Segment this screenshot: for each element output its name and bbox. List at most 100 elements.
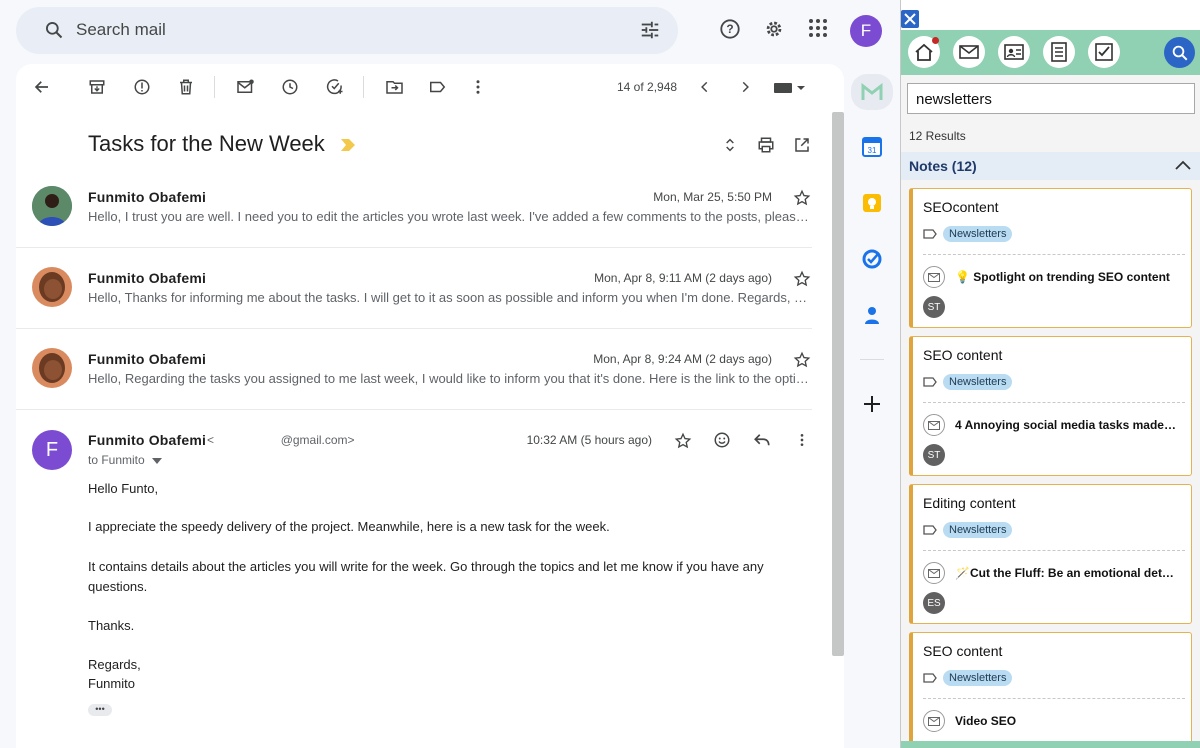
note-divider: [923, 254, 1185, 255]
archive-icon[interactable]: [88, 78, 106, 96]
envelope-icon: [923, 562, 945, 584]
note-card[interactable]: SEO content Newsletters 4 Annoying socia…: [909, 336, 1192, 476]
note-card[interactable]: SEO content Newsletters Video SEO: [909, 632, 1192, 748]
star-icon[interactable]: [793, 351, 811, 369]
scrollbar[interactable]: [832, 112, 844, 656]
note-tag[interactable]: Newsletters: [923, 226, 1013, 242]
sender-avatar[interactable]: [32, 348, 72, 388]
sender-avatar[interactable]: F: [32, 430, 72, 470]
tag-label: Newsletters: [943, 670, 1013, 686]
apps-grid-icon[interactable]: [808, 18, 828, 38]
contact-card-icon[interactable]: [998, 36, 1030, 68]
note-divider: [923, 698, 1185, 699]
message-sender[interactable]: Funmito Obafemi: [88, 270, 206, 286]
results-count: 12 Results: [909, 129, 966, 143]
message-snippet[interactable]: Hello, Regarding the tasks you assigned …: [88, 371, 810, 386]
tag-icon: [923, 229, 937, 239]
reply-icon[interactable]: [753, 432, 771, 448]
note-tag[interactable]: Newsletters: [923, 374, 1013, 390]
mail-icon[interactable]: [953, 36, 985, 68]
emoji-react-icon[interactable]: [713, 431, 731, 449]
message-sender[interactable]: Funmito Obafemi: [88, 351, 206, 367]
add-addon-icon[interactable]: [863, 395, 881, 413]
more-vert-icon[interactable]: [470, 78, 486, 96]
keyboard-icon[interactable]: [773, 82, 809, 94]
home-icon[interactable]: [908, 36, 940, 68]
note-title: Editing content: [923, 495, 1016, 511]
account-avatar[interactable]: F: [850, 15, 882, 47]
author-initials: ST: [923, 296, 945, 318]
notes-section-title: Notes (12): [909, 158, 977, 174]
report-spam-icon[interactable]: [133, 78, 151, 96]
row-divider: [16, 328, 812, 329]
search-bar[interactable]: Search mail: [16, 7, 678, 54]
message-snippet[interactable]: Hello, Thanks for informing me about the…: [88, 290, 810, 305]
add-task-icon[interactable]: [325, 78, 345, 96]
notes-section-header[interactable]: Notes (12): [901, 152, 1200, 180]
linked-email[interactable]: 💡 Spotlight on trending SEO content: [923, 266, 1183, 288]
document-icon[interactable]: [1043, 36, 1075, 68]
thread-subject: Tasks for the New Week: [88, 131, 355, 157]
open-new-window-icon[interactable]: [793, 136, 811, 154]
note-tag[interactable]: Newsletters: [923, 522, 1013, 538]
linked-email[interactable]: 4 Annoying social media tasks made…: [923, 414, 1183, 436]
linked-email[interactable]: Video SEO: [923, 710, 1183, 732]
panel-search-button[interactable]: [1164, 37, 1195, 68]
expand-all-icon[interactable]: [722, 136, 738, 154]
mark-unread-icon[interactable]: [236, 78, 255, 96]
message-sender[interactable]: Funmito Obafemi: [88, 189, 206, 205]
body-paragraph: It contains details about the articles y…: [88, 559, 764, 574]
older-chevron-icon[interactable]: [738, 80, 752, 94]
svg-text:31: 31: [868, 146, 877, 155]
linked-email-subject: 🪄Cut the Fluff: Be an emotional det…: [955, 566, 1174, 580]
calendar-icon[interactable]: 31: [862, 137, 882, 157]
newer-chevron-icon[interactable]: [698, 80, 712, 94]
show-trimmed-content-button[interactable]: •••: [88, 704, 112, 716]
author-initials: ES: [923, 592, 945, 614]
sender-avatar[interactable]: [32, 186, 72, 226]
recipient-line[interactable]: to Funmito: [88, 453, 163, 467]
tag-icon: [923, 377, 937, 387]
note-tag[interactable]: Newsletters: [923, 670, 1013, 686]
note-card[interactable]: SEOcontent Newsletters 💡 Spotlight on tr…: [909, 188, 1192, 328]
body-paragraph: questions.: [88, 579, 148, 594]
recipient-text: to Funmito: [88, 453, 145, 467]
mail-app-icon[interactable]: [851, 74, 893, 110]
sender-avatar[interactable]: [32, 267, 72, 307]
star-icon[interactable]: [674, 432, 692, 450]
message-snippet[interactable]: Hello, I trust you are well. I need you …: [88, 209, 810, 224]
label-icon[interactable]: [428, 78, 447, 96]
checkbox-task-icon[interactable]: [1088, 36, 1120, 68]
contacts-icon[interactable]: [862, 305, 882, 325]
help-icon[interactable]: ?: [719, 18, 741, 40]
more-vert-icon[interactable]: [795, 432, 809, 448]
tag-label: Newsletters: [943, 522, 1013, 538]
note-title: SEO content: [923, 347, 1003, 363]
search-icon[interactable]: [44, 20, 64, 40]
panel-search-input[interactable]: newsletters: [907, 83, 1195, 114]
search-options-icon[interactable]: [639, 19, 661, 41]
print-icon[interactable]: [757, 136, 775, 154]
panel-nav-bar: [901, 30, 1200, 75]
search-input[interactable]: Search mail: [76, 20, 166, 40]
message-date: 10:32 AM (5 hours ago): [526, 433, 652, 447]
back-arrow-icon[interactable]: [33, 78, 51, 96]
keep-notes-icon[interactable]: [862, 193, 882, 213]
delete-icon[interactable]: [177, 78, 195, 96]
star-icon[interactable]: [793, 270, 811, 288]
note-title: SEOcontent: [923, 199, 999, 215]
note-card[interactable]: Editing content Newsletters 🪄Cut the Flu…: [909, 484, 1192, 624]
panel-bottom-bar: [901, 741, 1200, 748]
note-divider: [923, 550, 1185, 551]
message-sender[interactable]: Funmito Obafemi: [88, 432, 206, 448]
star-icon[interactable]: [793, 189, 811, 207]
message-date: Mon, Apr 8, 9:11 AM (2 days ago): [594, 271, 772, 285]
snooze-clock-icon[interactable]: [281, 78, 299, 96]
gear-icon[interactable]: [763, 18, 785, 40]
sender-email: < @gmail.com>: [207, 433, 355, 447]
move-to-folder-icon[interactable]: [385, 78, 404, 96]
tasks-icon[interactable]: [862, 249, 882, 269]
linked-email[interactable]: 🪄Cut the Fluff: Be an emotional det…: [923, 562, 1183, 584]
close-icon[interactable]: [901, 10, 919, 28]
important-marker-icon[interactable]: [340, 139, 355, 152]
